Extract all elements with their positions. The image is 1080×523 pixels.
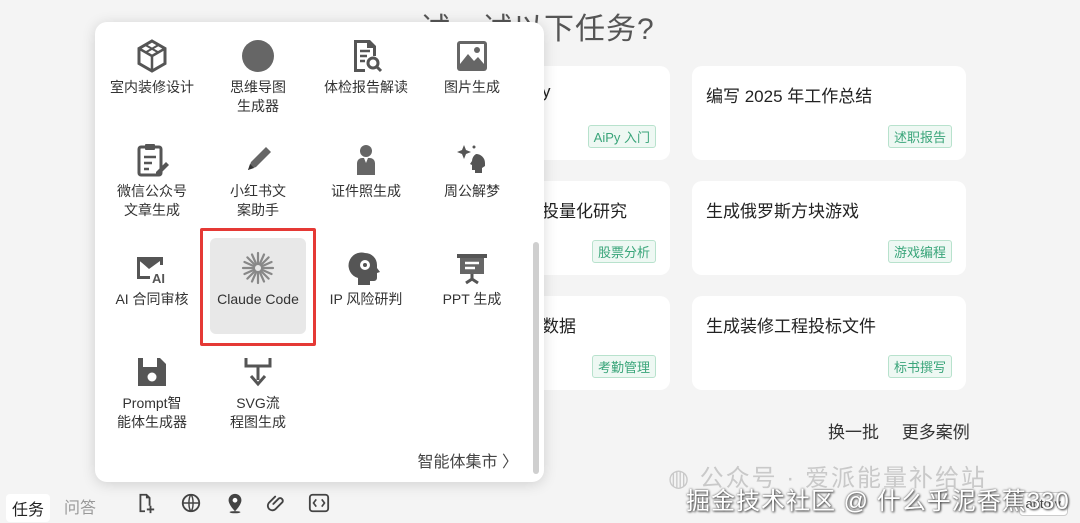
tab-qa[interactable]: 问答 <box>64 494 96 518</box>
task-card-tag: 游戏编程 <box>887 240 952 263</box>
agent-xiaohongshu[interactable]: 小红书文 案助手 <box>203 142 313 220</box>
head-gear-icon <box>348 252 380 285</box>
task-card-tag: AiPy 入门 <box>587 125 656 148</box>
task-card-title: 生成俄罗斯方块游戏 <box>706 202 859 221</box>
ai-mail-icon: AI <box>137 257 165 286</box>
refresh-link[interactable]: 换一批 <box>828 423 879 442</box>
agent-mindmap[interactable]: 思维导图 生成器 <box>203 38 313 116</box>
circle-icon <box>242 40 274 72</box>
floppy-icon <box>138 358 166 386</box>
attachment-icon[interactable] <box>266 492 288 514</box>
agent-popup: 室内装修设计 思维导图 生成器 体检报告解读 图片生成 微信公众号 文章生成 小… <box>95 22 544 482</box>
agent-prompt-builder[interactable]: Prompt智 能体生成器 <box>97 354 207 432</box>
task-card-tag: 股票分析 <box>591 240 656 263</box>
sparkle-head-icon <box>457 145 485 173</box>
task-card-6[interactable]: 生成装修工程投标文件 标书撰写 <box>692 296 966 390</box>
tab-task[interactable]: 任务 <box>6 494 51 522</box>
image-icon <box>457 41 487 71</box>
popup-scrollbar[interactable] <box>533 242 539 474</box>
task-card-4[interactable]: 生成俄罗斯方块游戏 游戏编程 <box>692 181 966 275</box>
more-cases-link[interactable]: 更多案例 <box>902 423 970 442</box>
task-card-title: 数据 <box>542 317 576 336</box>
clipboard-edit-icon <box>137 144 169 177</box>
agent-ppt[interactable]: PPT 生成 <box>417 250 527 309</box>
add-document-icon[interactable] <box>134 492 156 514</box>
flow-icon <box>244 358 272 387</box>
task-card-title: 投量化研究 <box>542 202 627 221</box>
task-card-tag: 标书撰写 <box>887 355 952 378</box>
svg-text:AI: AI <box>152 271 165 286</box>
card-links: 换一批 更多案例 <box>828 418 988 443</box>
agent-image-gen[interactable]: 图片生成 <box>417 38 527 97</box>
agent-market-link[interactable]: 智能体集市 〉 <box>418 448 518 472</box>
agent-interior-design[interactable]: 室内装修设计 <box>97 38 207 97</box>
code-icon[interactable] <box>308 492 330 514</box>
task-card-title: 编写 2025 年工作总结 <box>706 87 873 106</box>
highlight-box <box>200 228 316 346</box>
pencil-icon <box>248 147 271 170</box>
task-card-title: 生成装修工程投标文件 <box>706 317 876 336</box>
agent-wechat-article[interactable]: 微信公众号 文章生成 <box>97 142 207 220</box>
cube-icon <box>137 39 167 73</box>
agent-contract-review[interactable]: AI AI 合同审核 <box>97 250 207 309</box>
globe-icon[interactable] <box>180 492 202 514</box>
location-icon[interactable] <box>224 492 246 514</box>
site-watermark: 掘金技术社区 @ 什么乎泥香蕉330 <box>686 488 1070 515</box>
agent-health-report[interactable]: 体检报告解读 <box>311 38 421 97</box>
task-card-tag: 考勤管理 <box>591 355 656 378</box>
person-icon <box>357 145 375 175</box>
agent-id-photo[interactable]: 证件照生成 <box>311 142 421 201</box>
agent-ip-risk[interactable]: IP 风险研判 <box>311 250 421 309</box>
agent-dream-interpretation[interactable]: 周公解梦 <box>417 142 527 201</box>
task-card-2[interactable]: 编写 2025 年工作总结 述职报告 <box>692 66 966 160</box>
document-search-icon <box>354 40 383 73</box>
presentation-icon <box>457 254 487 285</box>
agent-svg-flowchart[interactable]: SVG流 程图生成 <box>203 354 313 432</box>
task-card-tag: 述职报告 <box>887 125 952 148</box>
